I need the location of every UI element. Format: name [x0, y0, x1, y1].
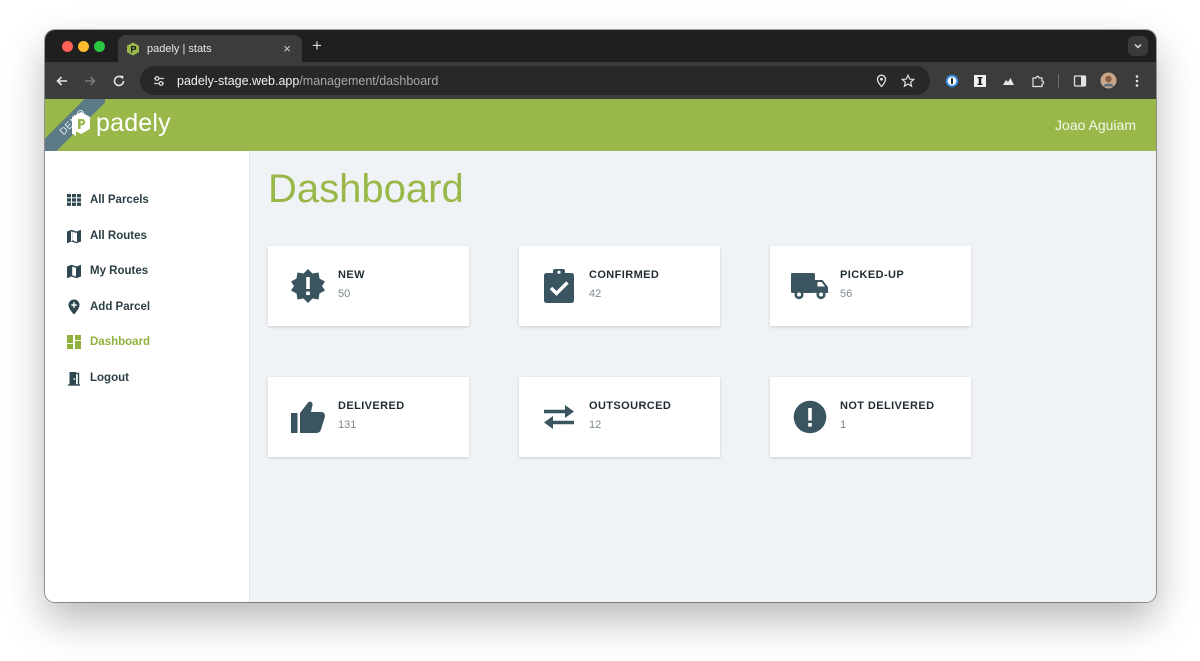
sidebar-item-add-parcel[interactable]: Add Parcel	[66, 297, 150, 317]
extensions-puzzle-icon[interactable]	[1030, 73, 1045, 88]
url-host: padely-stage.web.app	[177, 73, 300, 88]
door-icon	[66, 370, 81, 386]
reload-icon	[113, 75, 125, 87]
stat-card-delivered[interactable]: DELIVERED 131	[268, 377, 469, 457]
stat-card-label: PICKED-UP	[840, 269, 905, 281]
toolbar-separator	[1058, 74, 1059, 88]
close-window-button[interactable]	[62, 41, 73, 52]
stat-card-outsourced[interactable]: OUTSOURCED 12	[519, 377, 720, 457]
sidebar-item-label: My Routes	[90, 265, 149, 277]
browser-tab[interactable]: padely | stats ×	[118, 35, 302, 62]
stat-card-count: 50	[338, 288, 351, 300]
browser-toolbar: padely-stage.web.app/management/dashboar…	[45, 62, 1156, 99]
stat-card-count: 42	[589, 288, 602, 300]
stat-card-label: CONFIRMED	[589, 269, 660, 281]
page-title: Dashboard	[268, 167, 464, 211]
stat-card-confirmed[interactable]: CONFIRMED 42	[519, 246, 720, 326]
maximize-window-button[interactable]	[94, 41, 105, 52]
new-tab-button[interactable]: +	[312, 35, 322, 57]
add-location-icon	[66, 299, 81, 315]
sidebar-item-my-routes[interactable]: My Routes	[66, 261, 148, 281]
stat-card-count: 12	[589, 419, 602, 431]
back-button[interactable]	[53, 72, 71, 90]
bookmark-star-icon[interactable]	[900, 73, 915, 88]
logo-text: padely	[96, 109, 171, 137]
url-path: /management/dashboard	[299, 73, 439, 88]
sidebar-item-dashboard[interactable]: Dashboard	[66, 332, 150, 352]
dashboard-icon	[66, 334, 81, 350]
new-releases-icon	[288, 266, 328, 306]
tab-close-icon[interactable]: ×	[280, 41, 294, 56]
arrow-left-icon	[56, 76, 67, 86]
sidebar-item-all-routes[interactable]: All Routes	[66, 226, 147, 246]
tab-title: padely | stats	[147, 42, 212, 55]
padely-logo-icon	[70, 110, 92, 138]
tab-strip: padely | stats × +	[45, 30, 1156, 62]
sidebar: All Parcels All Routes My Routes Add Par…	[45, 151, 250, 602]
grid-icon	[66, 192, 81, 208]
sidebar-item-label: Dashboard	[90, 336, 151, 348]
minimize-window-button[interactable]	[78, 41, 89, 52]
instapaper-extension-icon[interactable]	[972, 73, 987, 88]
stat-card-label: NEW	[338, 269, 365, 281]
stat-card-new[interactable]: NEW 50	[268, 246, 469, 326]
side-panel-icon[interactable]	[1072, 73, 1087, 88]
sidebar-item-logout[interactable]: Logout	[66, 368, 129, 388]
browser-window: padely | stats × + padely-stage.web.app …	[45, 30, 1156, 602]
clipboard-check-icon	[539, 266, 579, 306]
padely-logo[interactable]: padely	[70, 109, 171, 138]
sidebar-item-label: Logout	[90, 372, 129, 384]
profile-avatar[interactable]	[1100, 72, 1117, 89]
truck-icon	[790, 266, 830, 306]
stat-card-label: NOT DELIVERED	[840, 400, 935, 412]
stat-card-not-delivered[interactable]: NOT DELIVERED 1	[770, 377, 971, 457]
address-bar[interactable]: padely-stage.web.app/management/dashboar…	[140, 66, 930, 95]
padely-favicon-icon	[126, 42, 140, 56]
stat-card-picked-up[interactable]: PICKED-UP 56	[770, 246, 971, 326]
reload-button[interactable]	[110, 72, 128, 90]
swap-arrows-icon	[539, 397, 579, 437]
site-settings-icon[interactable]	[152, 74, 166, 88]
browser-menu-icon[interactable]	[1129, 73, 1144, 88]
thumbs-up-icon	[288, 397, 328, 437]
stat-card-label: OUTSOURCED	[589, 400, 672, 412]
cloud-extension-icon[interactable]	[1001, 73, 1016, 88]
map-icon	[66, 228, 81, 244]
user-menu[interactable]: Joao Aguiam	[1055, 117, 1136, 133]
arrow-right-icon	[85, 76, 96, 86]
location-icon[interactable]	[874, 73, 889, 88]
stat-card-label: DELIVERED	[338, 400, 405, 412]
map-icon	[66, 263, 81, 279]
error-icon	[790, 397, 830, 437]
tab-search-button[interactable]	[1128, 36, 1148, 56]
stat-card-count: 1	[840, 419, 847, 431]
sidebar-item-label: All Routes	[90, 230, 147, 242]
sidebar-item-label: Add Parcel	[90, 301, 151, 313]
stat-card-count: 56	[840, 288, 853, 300]
sidebar-item-all-parcels[interactable]: All Parcels	[66, 190, 149, 210]
sidebar-item-label: All Parcels	[90, 194, 149, 206]
app-header: DEMO padely Joao Aguiam	[45, 99, 1156, 159]
chevron-down-icon	[1134, 43, 1142, 49]
password-manager-extension-icon[interactable]	[944, 73, 959, 88]
stat-card-count: 131	[338, 419, 357, 431]
forward-button[interactable]	[81, 72, 99, 90]
